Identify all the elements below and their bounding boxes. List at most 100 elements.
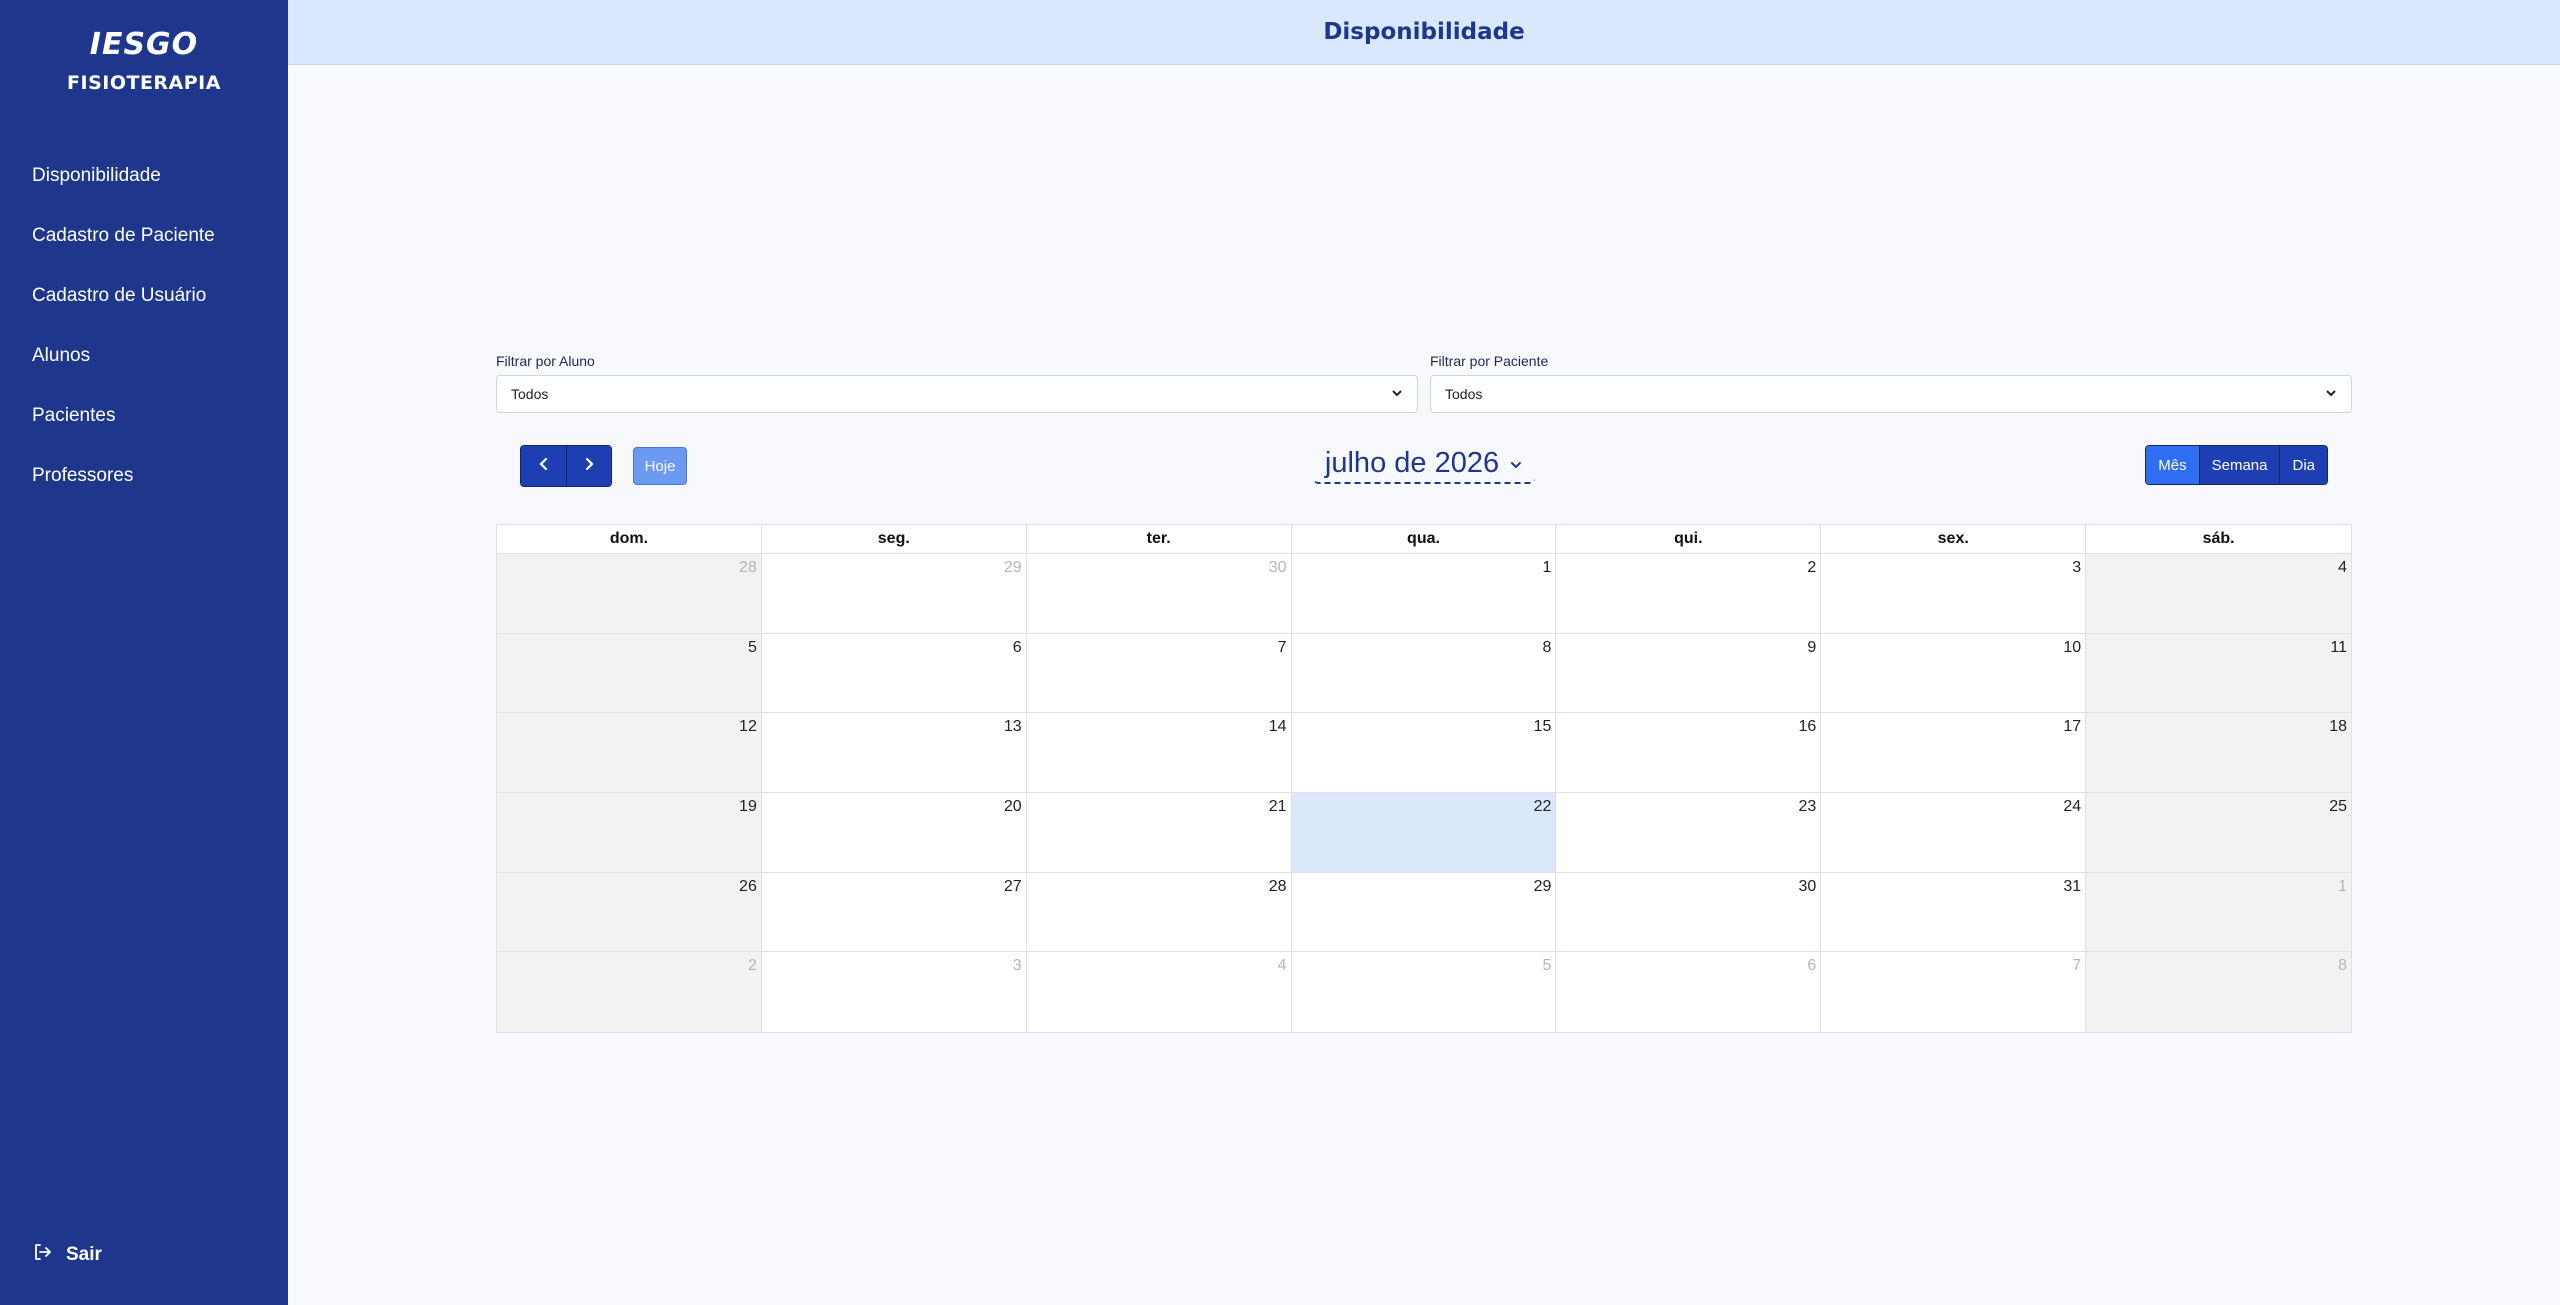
day-number: 19 <box>739 798 757 816</box>
view-week-button[interactable]: Semana <box>2198 446 2280 484</box>
calendar-day-cell[interactable]: 15 <box>1291 713 1557 794</box>
day-number: 10 <box>2063 638 2082 656</box>
logout-icon <box>32 1242 52 1268</box>
calendar-day-cell[interactable]: 29 <box>1291 872 1557 953</box>
calendar-day-cell[interactable]: 25 <box>2086 793 2351 873</box>
calendar-day-cell[interactable]: 3 <box>1821 554 2087 634</box>
prev-month-button[interactable] <box>521 446 566 486</box>
logo: IESGO <box>89 27 199 62</box>
calendar-day-cell[interactable]: 13 <box>761 713 1027 794</box>
calendar-day-cell[interactable]: 2 <box>1556 554 1822 634</box>
filter-aluno-label: Filtrar por Aluno <box>496 353 595 369</box>
chevron-left-icon <box>536 456 552 477</box>
logout-label: Sair <box>66 1244 102 1265</box>
day-number: 29 <box>1533 877 1552 895</box>
filter-paciente: Filtrar por Paciente Todos <box>1430 353 2352 413</box>
calendar-day-cell[interactable]: 1 <box>1291 554 1557 634</box>
calendar-day-cell[interactable]: 5 <box>497 633 762 714</box>
weekday-header-cell: dom. <box>497 525 762 554</box>
calendar-day-cell[interactable]: 23 <box>1556 793 1822 873</box>
calendar-day-cell[interactable]: 8 <box>1291 633 1557 714</box>
calendar-day-cell[interactable]: 16 <box>1556 713 1822 794</box>
calendar-day-cell[interactable]: 20 <box>761 793 1027 873</box>
calendar-day-cell[interactable]: 4 <box>2086 554 2351 634</box>
view-month-button[interactable]: Mês <box>2146 446 2199 484</box>
day-number: 30 <box>1268 559 1287 576</box>
calendar-day-cell[interactable]: 30 <box>1026 554 1292 634</box>
calendar-day-cell[interactable]: 1 <box>2086 872 2351 953</box>
day-number: 3 <box>2072 559 2082 576</box>
calendar-day-cell[interactable]: 28 <box>1026 872 1292 953</box>
today-button[interactable]: Hoje <box>633 447 687 485</box>
day-number: 28 <box>739 559 757 576</box>
day-number: 29 <box>1003 559 1022 576</box>
day-number: 18 <box>2329 718 2347 736</box>
calendar-day-cell[interactable]: 19 <box>497 793 762 873</box>
day-number: 17 <box>2063 718 2082 736</box>
day-number: 7 <box>1277 638 1287 656</box>
calendar-nav-group <box>520 445 612 487</box>
calendar-day-cell[interactable]: 30 <box>1556 872 1822 953</box>
calendar-day-cell[interactable]: 29 <box>761 554 1027 634</box>
day-number: 16 <box>1798 718 1817 736</box>
page-title: Disponibilidade <box>1323 19 1525 45</box>
calendar-day-cell[interactable]: 21 <box>1026 793 1292 873</box>
calendar-day-cell[interactable]: 9 <box>1556 633 1822 714</box>
sidebar: IESGO FISIOTERAPIA Disponibilidade Cadas… <box>0 0 288 1305</box>
day-number: 30 <box>1798 877 1817 895</box>
day-number: 7 <box>2072 957 2082 975</box>
sidebar-item-cadastro-paciente[interactable]: Cadastro de Paciente <box>0 206 288 266</box>
sidebar-item-pacientes[interactable]: Pacientes <box>0 386 288 446</box>
weekday-header-cell: seg. <box>761 525 1027 554</box>
calendar-day-cell[interactable]: 26 <box>497 872 762 953</box>
calendar-day-cell[interactable]: 28 <box>497 554 762 634</box>
calendar-day-cell[interactable]: 7 <box>1821 952 2087 1033</box>
day-number: 24 <box>2063 798 2082 816</box>
sidebar-item-alunos[interactable]: Alunos <box>0 326 288 386</box>
calendar-day-cell[interactable]: 18 <box>2086 713 2351 794</box>
calendar-day-cell[interactable]: 6 <box>761 633 1027 714</box>
calendar-day-cell[interactable]: 14 <box>1026 713 1292 794</box>
filter-aluno: Filtrar por Aluno Todos <box>496 353 1418 413</box>
sidebar-item-cadastro-usuario[interactable]: Cadastro de Usuário <box>0 266 288 326</box>
weekday-header: dom. seg. ter. qua. qui. sex. sáb. <box>497 525 2351 554</box>
calendar-day-cell[interactable]: 2 <box>497 952 762 1033</box>
calendar-day-cell[interactable]: 4 <box>1027 952 1292 1033</box>
calendar-day-cell[interactable]: 12 <box>497 713 762 794</box>
calendar-day-cell[interactable]: 6 <box>1556 952 1822 1033</box>
calendar-day-cell[interactable]: 7 <box>1026 633 1292 714</box>
calendar-day-cell[interactable]: 11 <box>2086 633 2351 714</box>
weekday-header-cell: qui. <box>1556 525 1822 554</box>
next-month-button[interactable] <box>566 446 611 486</box>
day-number: 12 <box>739 718 757 736</box>
calendar-day-cell[interactable]: 27 <box>761 872 1027 953</box>
calendar-day-cell[interactable]: 22 <box>1291 793 1557 873</box>
weekday-header-cell: sex. <box>1821 525 2087 554</box>
calendar-day-cell[interactable]: 24 <box>1821 793 2087 873</box>
calendar-day-cell[interactable]: 8 <box>2086 952 2351 1033</box>
calendar-day-cell[interactable]: 10 <box>1821 633 2087 714</box>
filter-aluno-select[interactable]: Todos <box>496 375 1418 413</box>
calendar-day-cell[interactable]: 31 <box>1821 872 2087 953</box>
calendar-day-cell[interactable]: 17 <box>1821 713 2087 794</box>
month-title-picker[interactable]: julho de 2026 <box>1312 447 1536 484</box>
calendar-day-cell[interactable]: 5 <box>1292 952 1557 1033</box>
day-number: 11 <box>2330 638 2347 656</box>
day-number: 26 <box>739 877 757 895</box>
day-number: 1 <box>2338 877 2347 895</box>
filter-aluno-value: Todos <box>511 386 549 402</box>
day-number: 4 <box>2338 559 2347 576</box>
filter-paciente-select[interactable]: Todos <box>1430 375 2352 413</box>
filter-paciente-label: Filtrar por Paciente <box>1430 353 1549 369</box>
day-number: 14 <box>1268 718 1287 736</box>
sidebar-item-disponibilidade[interactable]: Disponibilidade <box>0 146 288 206</box>
logout-button[interactable]: Sair <box>32 1242 102 1268</box>
view-day-button[interactable]: Dia <box>2279 446 2327 484</box>
view-switcher: Mês Semana Dia <box>2145 445 2328 485</box>
day-number: 5 <box>1542 957 1552 975</box>
day-number: 27 <box>1003 877 1022 895</box>
calendar-day-cell[interactable]: 3 <box>762 952 1027 1033</box>
sidebar-item-professores[interactable]: Professores <box>0 446 288 506</box>
chevron-down-icon <box>1391 386 1403 402</box>
day-number: 5 <box>747 638 757 656</box>
